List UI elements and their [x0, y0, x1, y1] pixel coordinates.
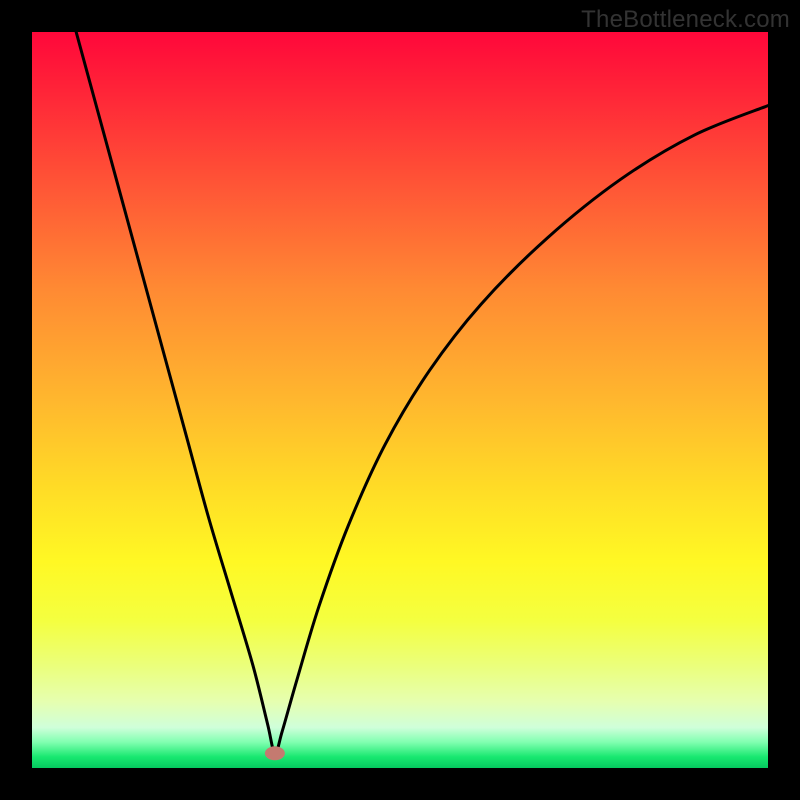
plot-area	[32, 32, 768, 768]
watermark-text: TheBottleneck.com	[581, 6, 790, 34]
chart-frame: TheBottleneck.com	[0, 0, 800, 800]
bottleneck-chart	[32, 32, 768, 768]
optimal-point-marker	[265, 746, 285, 760]
gradient-background	[32, 32, 768, 768]
marker-layer	[265, 746, 285, 760]
